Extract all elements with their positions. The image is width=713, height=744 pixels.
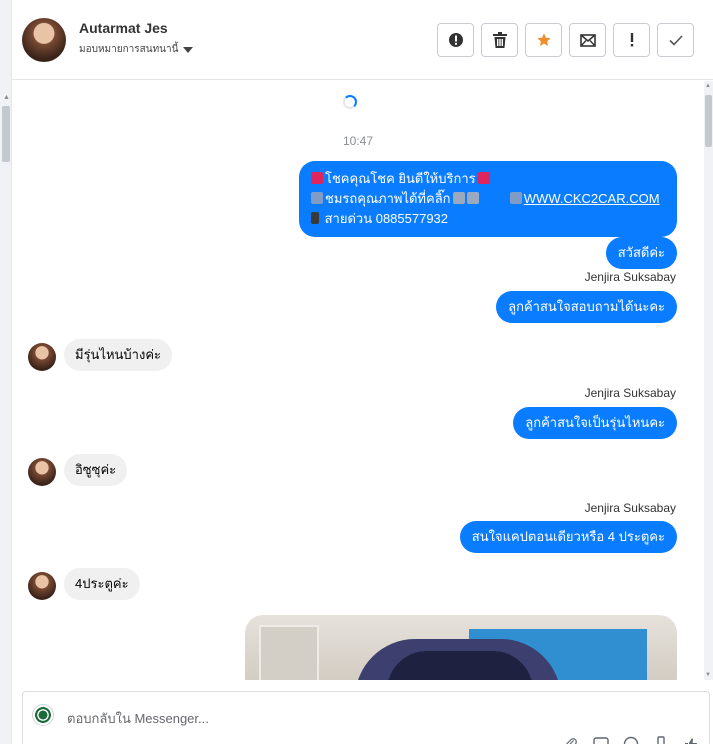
gif-icon[interactable] (593, 736, 609, 744)
sender-name: Jenjira Suksabay (584, 501, 676, 515)
composer-tools (563, 736, 699, 744)
mobile-phone-emoji-icon (311, 212, 319, 224)
header-actions (437, 23, 694, 57)
like-icon[interactable] (683, 736, 699, 744)
page-logo (32, 704, 54, 726)
incoming-message[interactable]: อิซูซุค่ะ (64, 454, 128, 486)
outgoing-message[interactable]: ลูกค้าสนใจเป็นรุ่นไหนคะ (513, 407, 677, 439)
down-arrow-emoji-icon (466, 192, 479, 204)
left-scrollbar[interactable]: ▲ (0, 0, 12, 744)
contact-name[interactable]: Autarmat Jes (79, 20, 168, 36)
assign-label: มอบหมายการสนทนานี้ (79, 44, 179, 55)
incoming-message[interactable]: มีรุ่นไหนบ้างค่ะ (64, 339, 173, 371)
star-button[interactable] (525, 23, 562, 57)
caret-down-icon (183, 46, 194, 53)
scrollbar-thumb[interactable] (705, 95, 712, 147)
message-line: สายด่วน 0885577932 (311, 209, 665, 229)
reply-composer[interactable]: ตอบกลับใน Messenger... (22, 691, 710, 744)
alert-circle-icon (448, 33, 463, 47)
message-line: ชมรถคุณภาพได้ที่คลิ๊ก WWW.CKC2CAR.COM (311, 189, 665, 209)
message-line: โชคคุณโชค ยินดีให้บริการ (311, 169, 665, 189)
contact-avatar-small (28, 572, 56, 600)
car-photo-attachment[interactable] (245, 615, 677, 680)
envelope-emoji-icon (477, 172, 490, 184)
star-icon (536, 33, 551, 46)
thread-scrollbar[interactable]: ▲ ▼ (704, 81, 713, 680)
envelope-emoji-icon (311, 172, 323, 184)
exclamation-icon (630, 33, 633, 47)
message-thread[interactable]: 10:47 โชคคุณโชค ยินดีให้บริการ ชมรถคุณภา… (12, 81, 704, 680)
outgoing-message[interactable]: สนใจแคปตอนเดียวหรือ 4 ประตูคะ (459, 521, 677, 553)
message-timestamp: 10:47 (342, 134, 374, 148)
report-spam-button[interactable] (437, 23, 474, 57)
incoming-message[interactable]: 4ประตูค่ะ (64, 568, 140, 600)
scrollbar-thumb[interactable] (2, 106, 10, 162)
reply-input[interactable]: ตอบกลับใน Messenger... (67, 708, 209, 729)
emoji-icon[interactable] (623, 736, 639, 744)
website-link[interactable]: WWW.CKC2CAR.COM (524, 191, 660, 206)
sender-name: Jenjira Suksabay (584, 386, 676, 400)
sender-name: Jenjira Suksabay (584, 270, 676, 284)
trash-icon (492, 32, 507, 48)
attachment-icon[interactable] (563, 736, 579, 744)
play-emoji-icon (311, 192, 323, 204)
conversation-header: Autarmat Jes มอบหมายการสนทนานี้ (12, 0, 713, 80)
saved-reply-icon[interactable] (653, 736, 669, 744)
scroll-up-arrow-icon[interactable]: ▲ (705, 83, 711, 89)
play-emoji-icon (509, 192, 522, 204)
envelope-icon (579, 34, 596, 47)
mark-unread-button[interactable] (569, 23, 606, 57)
scroll-up-arrow-icon[interactable]: ▲ (3, 94, 10, 101)
outgoing-message[interactable]: ลูกค้าสนใจสอบถามได้นะคะ (496, 291, 677, 323)
outgoing-message[interactable]: โชคคุณโชค ยินดีให้บริการ ชมรถคุณภาพได้ที… (299, 161, 677, 237)
photo-window-shape (259, 625, 319, 680)
scroll-down-arrow-icon[interactable]: ▼ (705, 672, 711, 678)
photo-windshield-shape (387, 651, 533, 680)
outgoing-message[interactable]: สวัสดีค่ะ (605, 237, 677, 269)
contact-avatar-small (28, 343, 56, 371)
contact-avatar[interactable] (22, 18, 66, 62)
check-icon (668, 35, 683, 46)
delete-button[interactable] (481, 23, 518, 57)
contact-avatar-small (28, 458, 56, 486)
mark-important-button[interactable] (613, 23, 650, 57)
assign-conversation-dropdown[interactable]: มอบหมายการสนทนานี้ (79, 42, 194, 57)
down-arrow-emoji-icon (452, 192, 465, 204)
loading-spinner-icon (343, 95, 357, 109)
mark-done-button[interactable] (657, 23, 694, 57)
